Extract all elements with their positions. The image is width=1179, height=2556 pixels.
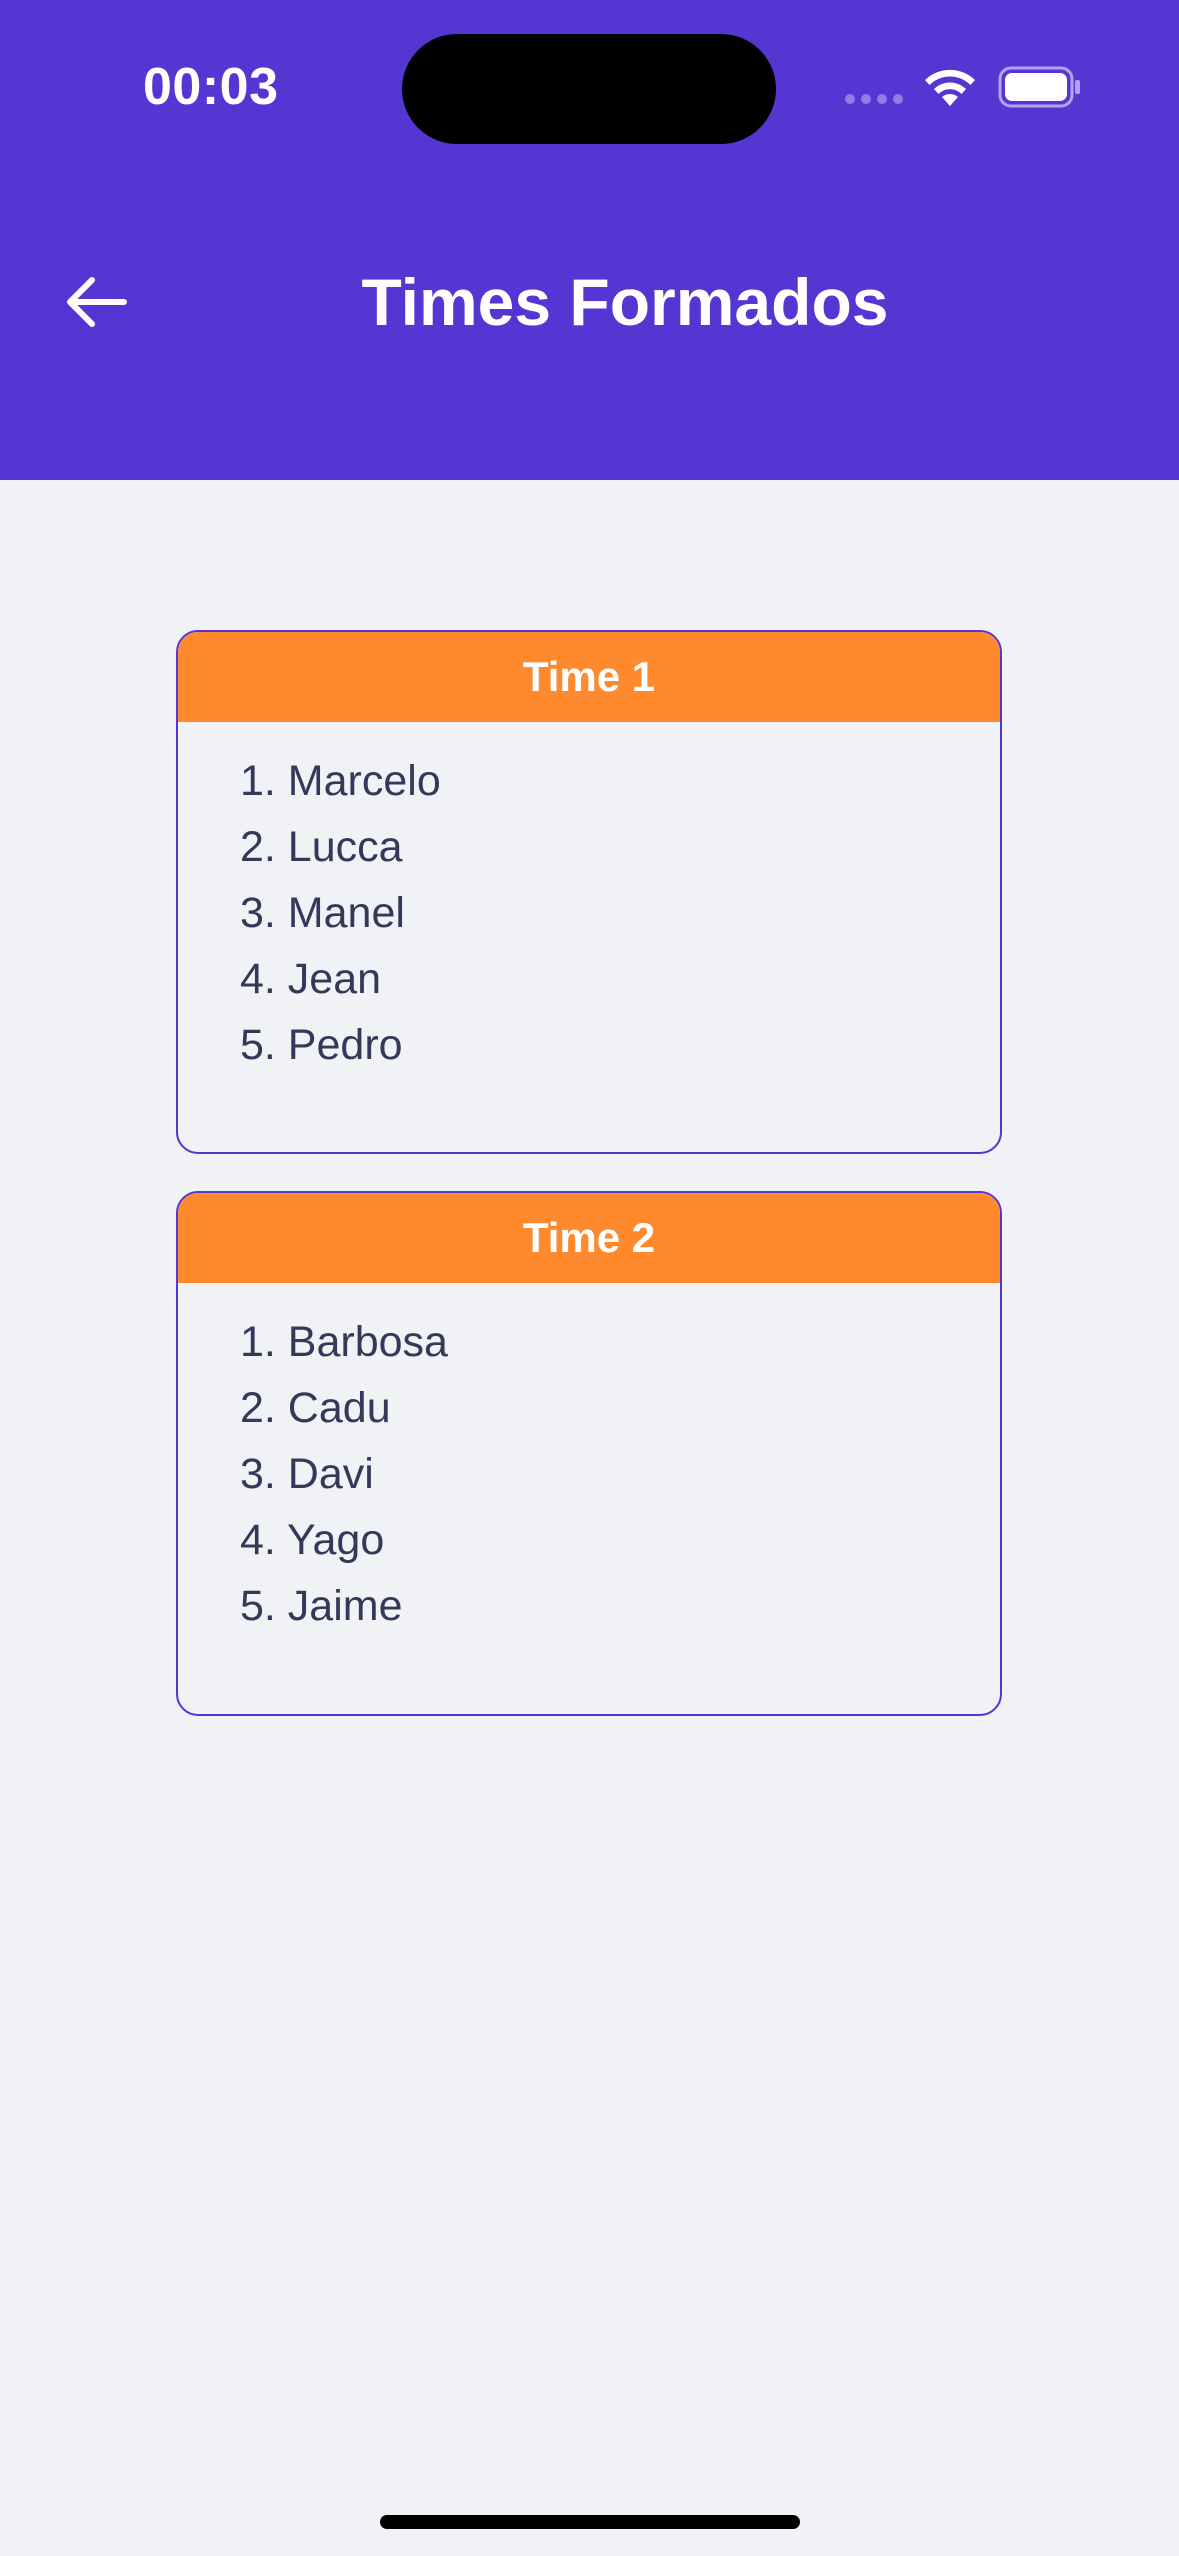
player-item: 2. Lucca — [240, 823, 403, 871]
back-button[interactable] — [60, 266, 132, 338]
player-list: 1. Barbosa 2. Cadu 3. Davi 4. Yago 5. Ja… — [178, 1283, 1000, 1639]
team-card: Time 1 1. Marcelo 2. Lucca 3. Manel 4. J… — [176, 630, 1002, 1154]
page-title: Times Formados — [361, 265, 889, 339]
arrow-left-icon — [67, 277, 127, 327]
team-title: Time 1 — [178, 632, 1000, 722]
signal-icon — [845, 94, 905, 106]
player-item: 1. Barbosa — [240, 1318, 448, 1366]
player-item: 2. Cadu — [240, 1384, 391, 1432]
player-list: 1. Marcelo 2. Lucca 3. Manel 4. Jean 5. … — [178, 722, 1000, 1078]
home-indicator[interactable] — [380, 2515, 800, 2529]
player-item: 3. Davi — [240, 1450, 374, 1498]
player-item: 3. Manel — [240, 889, 405, 937]
dynamic-island — [402, 34, 776, 144]
player-item: 1. Marcelo — [240, 757, 441, 805]
team-title: Time 2 — [178, 1193, 1000, 1283]
battery-icon — [998, 66, 1080, 108]
status-time: 00:03 — [143, 58, 279, 116]
player-item: 4. Jean — [240, 955, 382, 1003]
wifi-icon — [925, 69, 975, 106]
player-item: 5. Pedro — [240, 1021, 403, 1069]
team-card: Time 2 1. Barbosa 2. Cadu 3. Davi 4. Yag… — [176, 1191, 1002, 1716]
player-item: 5. Jaime — [240, 1582, 403, 1630]
player-item: 4. Yago — [240, 1516, 385, 1564]
app-header: 00:03 Times Formados — [0, 0, 1179, 480]
